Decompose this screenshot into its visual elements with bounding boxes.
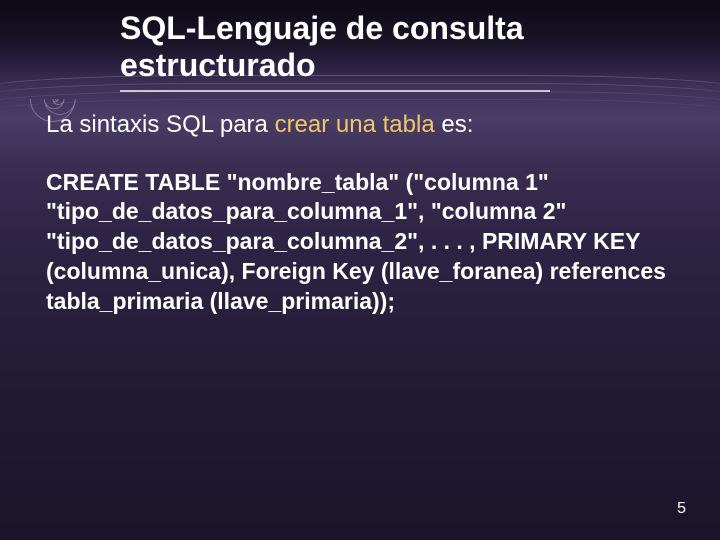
subtitle: La sintaxis SQL para crear una tabla es: [46, 110, 680, 140]
code-block: CREATE TABLE "nombre_tabla" ("columna 1"… [46, 168, 680, 317]
subtitle-highlight: crear una tabla [275, 111, 435, 138]
slide-content: La sintaxis SQL para crear una tabla es:… [0, 92, 720, 317]
subtitle-suffix: es: [435, 111, 474, 138]
subtitle-prefix: La sintaxis SQL para [46, 111, 275, 138]
page-number: 5 [677, 500, 686, 518]
title-line-1: SQL-Lenguaje de consulta [120, 10, 524, 46]
title-line-2: estructurado [120, 47, 316, 83]
slide-title: SQL-Lenguaje de consulta estructurado [0, 0, 720, 86]
